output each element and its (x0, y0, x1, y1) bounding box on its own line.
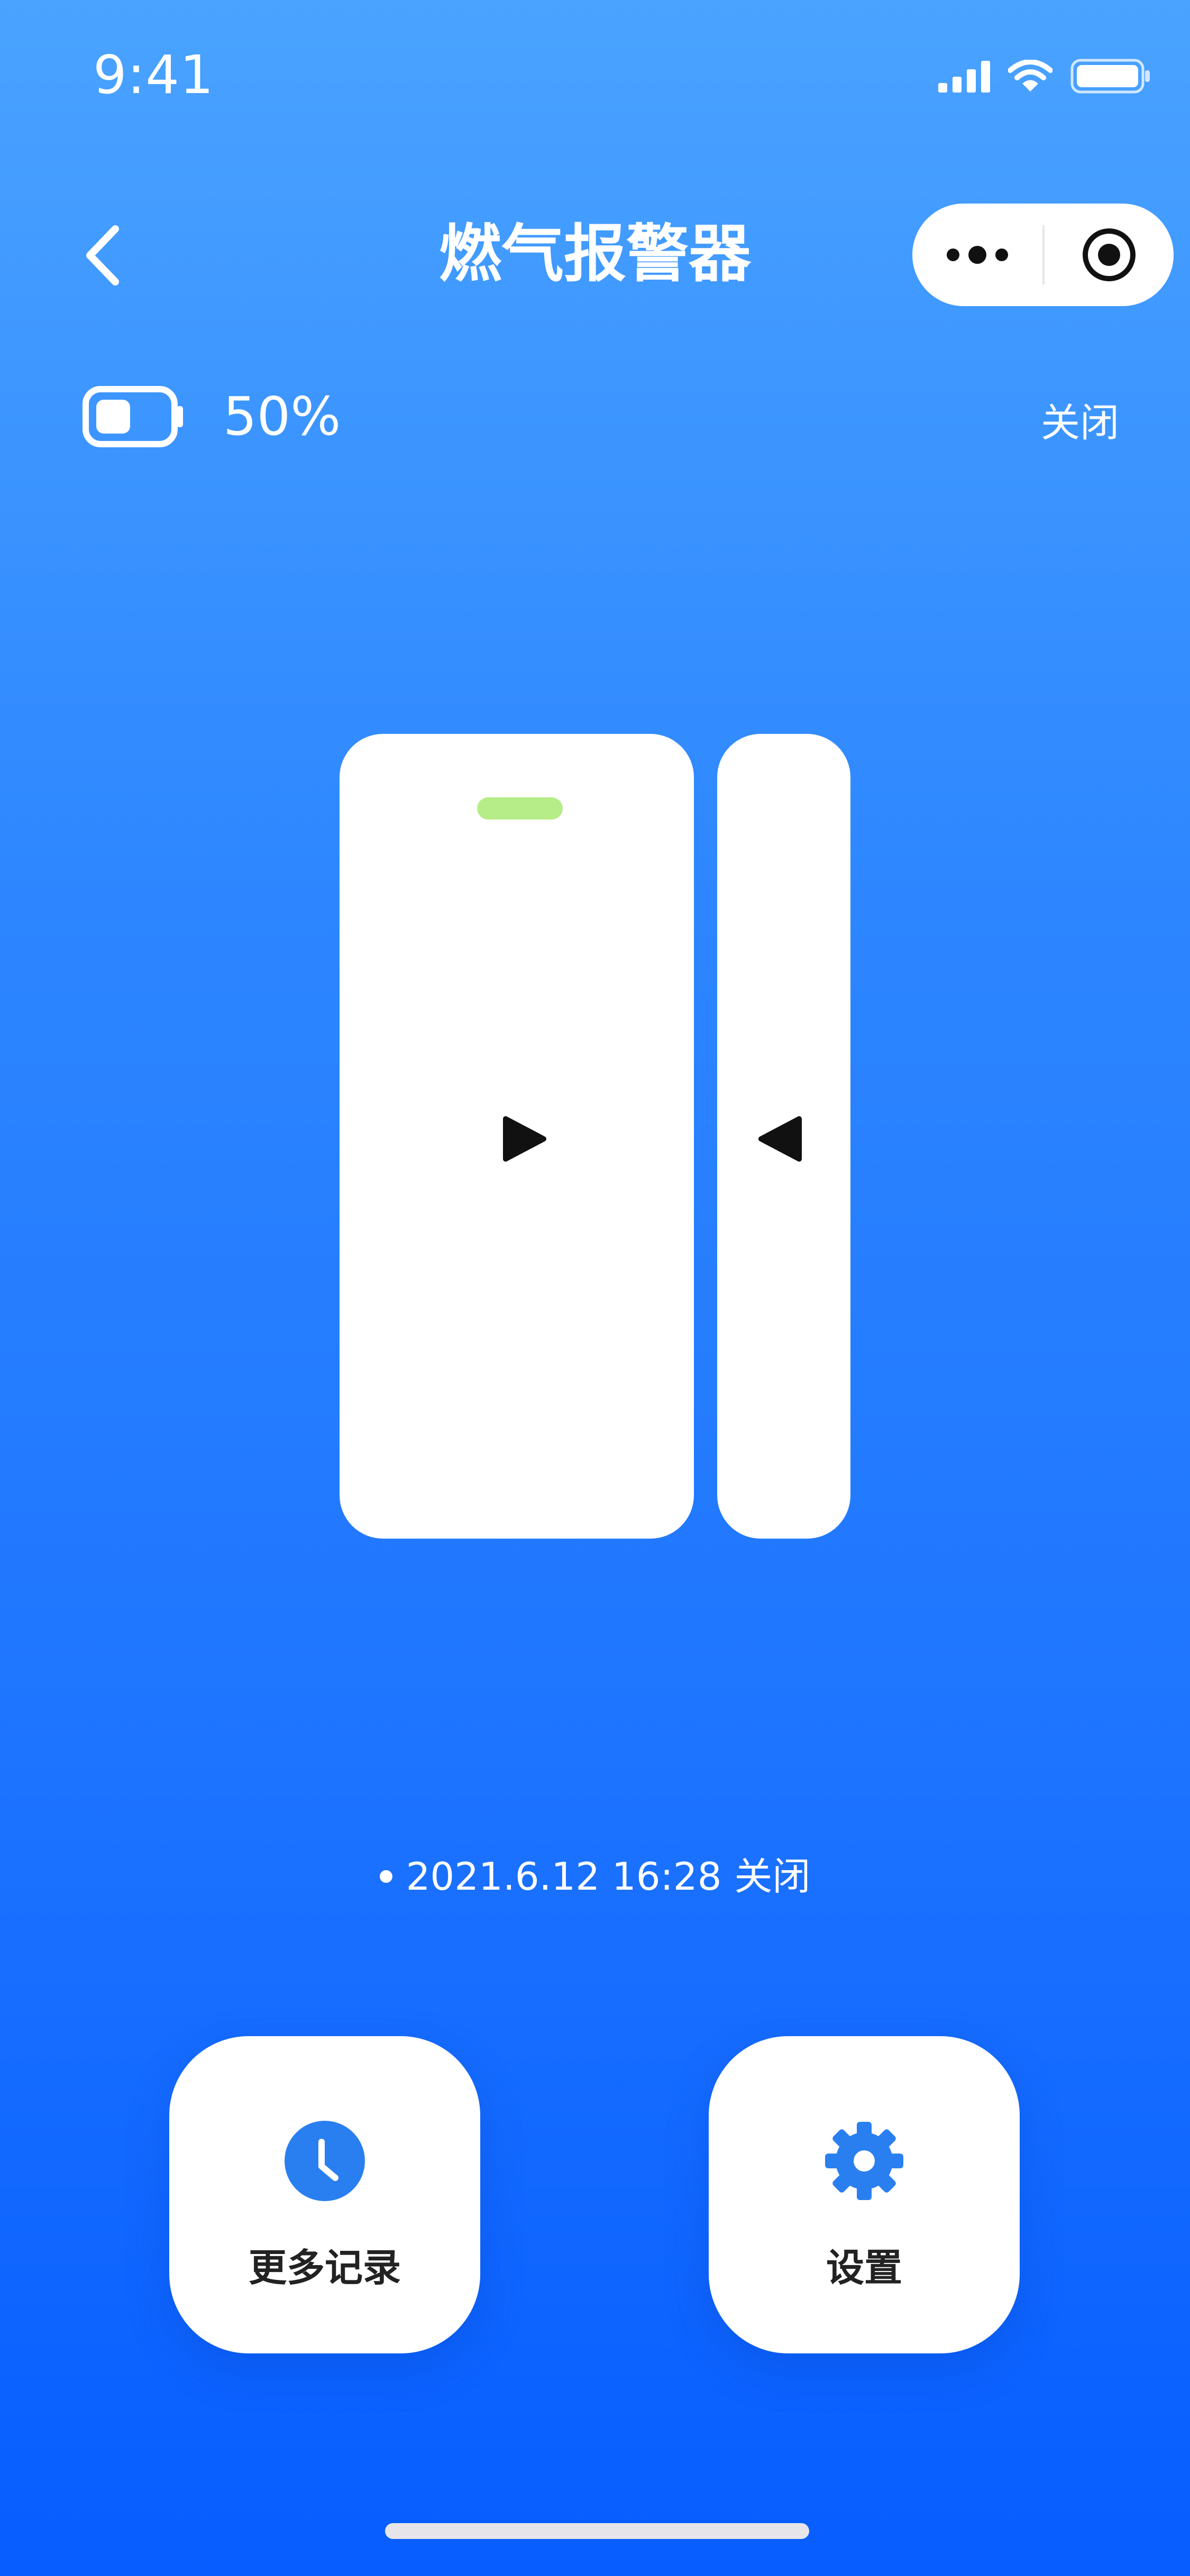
wifi-icon (1008, 60, 1052, 91)
record-dot (379, 1870, 392, 1883)
settings-button[interactable]: 设置 (709, 2036, 1020, 2353)
settings-label: 设置 (826, 2246, 902, 2290)
capsule-more-button[interactable] (912, 204, 1042, 306)
sensor-main-body (340, 734, 694, 1539)
record-status: 关闭 (734, 1854, 811, 1899)
device-state-label: 关闭 (1041, 400, 1119, 446)
capsule-close-button[interactable] (1045, 204, 1174, 306)
battery-icon (1070, 59, 1150, 94)
sensor-led-indicator (477, 797, 563, 820)
gear-icon (824, 2121, 904, 2201)
mini-program-capsule (912, 204, 1174, 306)
status-icons (938, 54, 1151, 98)
device-battery-icon (83, 386, 183, 447)
battery-percent: 50% (223, 385, 341, 447)
arrow-right-icon (503, 1116, 546, 1162)
home-indicator[interactable] (385, 2523, 809, 2539)
sensor-magnet-body (717, 734, 850, 1539)
more-records-label: 更多记录 (248, 2246, 401, 2290)
app-screen: 9:41 燃气报警器 50% 关闭 2021.6.12 16:28 关闭 更多记… (0, 0, 1190, 2576)
device-battery: 50% (83, 385, 341, 448)
clock-icon (285, 2121, 365, 2201)
record-datetime: 2021.6.12 16:28 (406, 1854, 722, 1899)
arrow-left-icon (758, 1116, 802, 1162)
more-dots-icon (947, 246, 1008, 264)
target-circle-icon (1083, 228, 1136, 281)
signal-icon (938, 61, 990, 93)
last-record: 2021.6.12 16:28 关闭 (0, 1847, 1190, 1906)
more-records-button[interactable]: 更多记录 (169, 2036, 480, 2353)
status-time: 9:41 (93, 44, 214, 106)
